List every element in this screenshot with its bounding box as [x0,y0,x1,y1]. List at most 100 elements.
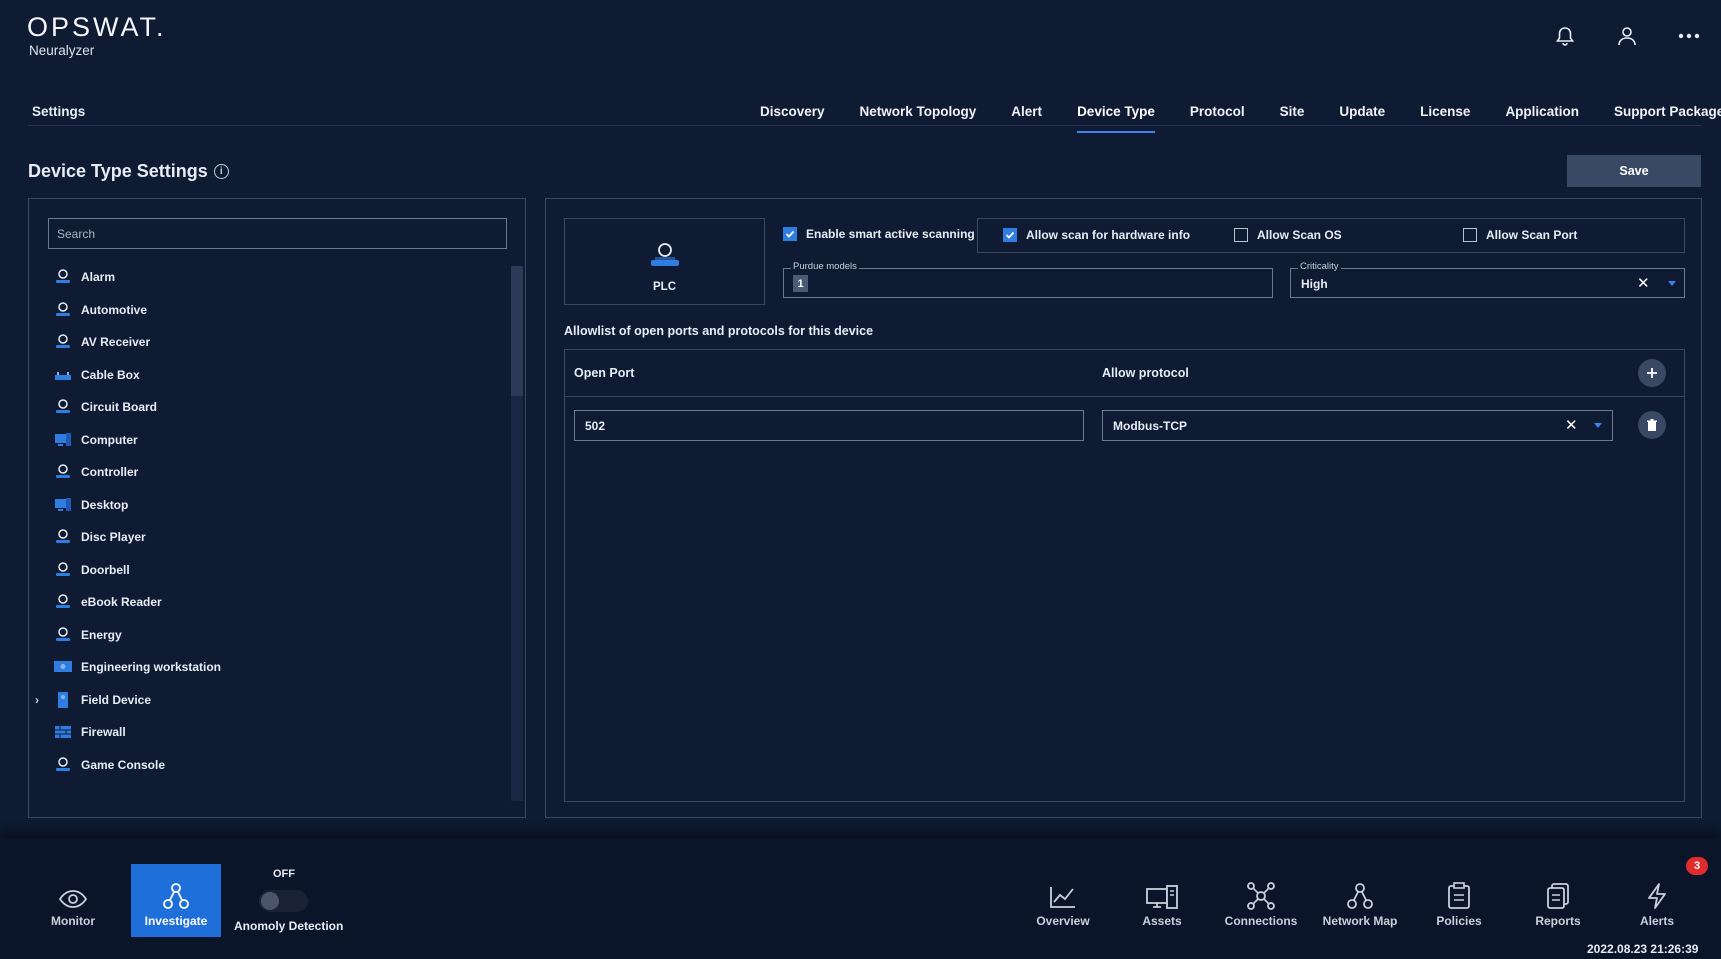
timestamp: 2022.08.23 21:26:39 [1587,942,1699,956]
chevron-down-icon[interactable] [1668,281,1676,286]
bottom-nav-bar: Monitor Investigate OFF Anomoly Detectio… [0,838,1721,959]
tab-license[interactable]: License [1420,104,1470,126]
tab-protocol[interactable]: Protocol [1190,104,1245,126]
tab-discovery[interactable]: Discovery [760,104,825,126]
overview-button[interactable]: Overview [1018,880,1108,928]
protocol-select[interactable]: Modbus-TCP ✕ [1102,410,1613,441]
list-item[interactable]: Cable Box [29,359,509,392]
delete-row-button[interactable] [1638,411,1666,439]
more-icon[interactable] [1676,23,1702,49]
list-item[interactable]: eBook Reader [29,586,509,619]
criticality-select[interactable]: Criticality High ✕ [1290,261,1685,298]
list-item-label: Alarm [81,270,116,285]
list-item[interactable]: Disc Player [29,521,509,554]
list-scrollbar[interactable] [511,266,523,801]
enable-smart-scanning-checkbox[interactable]: Enable smart active scanning [783,227,975,241]
info-icon[interactable]: i [213,164,229,179]
list-item[interactable]: Desktop [29,489,509,522]
open-port-input[interactable]: 502 [574,410,1084,441]
investigate-button[interactable]: Investigate [131,864,221,937]
tab-alert[interactable]: Alert [1011,104,1042,126]
device-type-detail-panel: PLC Enable smart active scanning Allow s… [545,198,1702,818]
list-item-label: Controller [81,465,139,480]
network-map-label: Network Map [1322,914,1398,928]
tab-device-type[interactable]: Device Type [1077,104,1155,133]
network-map-button[interactable]: Network Map [1315,880,1405,928]
bell-icon[interactable] [1552,23,1578,49]
investigate-content: Investigate [131,880,221,928]
list-item[interactable]: Firewall [29,716,509,749]
monitor-label: Monitor [51,914,95,928]
list-item[interactable]: Computer [29,424,509,457]
checkbox-label: Allow Scan OS [1257,228,1342,242]
device-type-icon [53,497,73,513]
device-type-icon [53,399,73,415]
list-item[interactable]: Controller [29,456,509,489]
list-item[interactable]: Automotive [29,294,509,327]
reports-button[interactable]: Reports [1513,880,1603,928]
column-header-allow-protocol: Allow protocol [1102,366,1189,380]
save-button[interactable]: Save [1567,155,1701,187]
scrollbar-thumb[interactable] [511,266,523,396]
network-icon [131,880,221,910]
criticality-value: High [1301,277,1328,291]
checkbox-label: Allow scan for hardware info [1026,228,1191,242]
assets-label: Assets [1142,914,1182,928]
allow-hardware-scan-checkbox[interactable]: Allow scan for hardware info [1003,228,1190,242]
list-item[interactable]: Doorbell [29,554,509,587]
chevron-down-icon[interactable] [1594,423,1602,428]
list-item[interactable]: Game Console [29,749,509,782]
tab-update[interactable]: Update [1339,104,1385,126]
list-item-label: Disc Player [81,530,146,545]
connections-button[interactable]: Connections [1216,880,1306,928]
tab-support-package[interactable]: Support Package [1614,104,1721,126]
devices-icon [1117,880,1207,910]
tab-site[interactable]: Site [1280,104,1305,126]
page-title-text: Device Type Settings [28,161,208,181]
list-item[interactable]: Alarm [29,261,509,294]
list-item[interactable]: Engineering workstation [29,651,509,684]
plus-icon [1647,368,1657,378]
purdue-model-field[interactable]: Purdue models 1 [783,261,1273,298]
policies-label: Policies [1436,914,1482,928]
anomaly-detection-toggle[interactable] [259,890,308,912]
allow-scan-port-checkbox[interactable]: Allow Scan Port [1463,228,1577,242]
purdue-value-chip[interactable]: 1 [793,275,808,292]
assets-button[interactable]: Assets [1117,880,1207,928]
chevron-right-icon[interactable]: › [35,693,39,707]
list-item[interactable]: AV Receiver [29,326,509,359]
list-item[interactable]: Circuit Board [29,391,509,424]
chart-line-icon [1018,880,1108,910]
device-type-icon [53,757,73,773]
list-item[interactable]: › Field Device [29,684,509,717]
device-type-icon [53,334,73,350]
clipboard-icon [1414,880,1504,910]
clear-icon[interactable]: ✕ [1637,274,1650,292]
device-name: PLC [653,281,676,293]
trash-icon [1647,418,1657,431]
device-type-icon [53,302,73,318]
tab-application[interactable]: Application [1505,104,1579,126]
scan-options-group: Allow scan for hardware info Allow Scan … [977,218,1685,253]
protocol-value: Modbus-TCP [1113,419,1187,433]
field-legend: Criticality [1298,261,1341,272]
device-type-icon [53,724,73,740]
monitor-button[interactable]: Monitor [28,880,118,928]
device-type-icon [53,367,73,383]
list-item-label: Field Device [81,692,152,707]
device-type-icon [53,691,73,708]
tab-network-topology[interactable]: Network Topology [860,104,977,126]
user-icon[interactable] [1614,23,1640,49]
policies-button[interactable]: Policies [1414,880,1504,928]
opswat-logo: OPSWAT. [27,12,167,42]
alerts-button[interactable]: Alerts [1612,880,1702,928]
device-type-icon [53,529,73,545]
list-item[interactable]: Energy [29,619,509,652]
allow-scan-os-checkbox[interactable]: Allow Scan OS [1234,228,1342,242]
clear-icon[interactable]: ✕ [1565,416,1578,434]
search-input[interactable] [48,218,507,249]
eye-icon [28,880,118,910]
add-row-button[interactable] [1638,359,1666,387]
device-type-icon [53,659,73,675]
device-type-icon [53,464,73,480]
